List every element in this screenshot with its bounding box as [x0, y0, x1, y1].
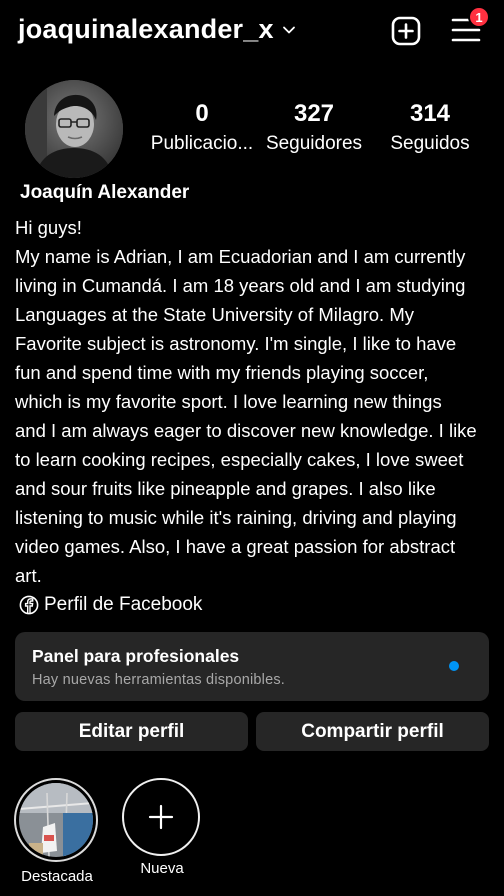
new-highlight-ring [122, 778, 200, 856]
profile-photo [25, 80, 123, 178]
bio-line: living in Cumandá. I am 18 years old and… [15, 275, 466, 296]
avatar[interactable] [25, 80, 123, 178]
professional-dashboard[interactable]: Panel para profesionales Hay nuevas herr… [15, 632, 489, 701]
plus-icon [148, 804, 174, 830]
bio-line: which is my favorite sport. I love learn… [15, 391, 442, 412]
share-profile-button[interactable]: Compartir perfil [256, 712, 489, 751]
new-highlight-button[interactable]: Nueva [122, 778, 202, 877]
top-bar: joaquinalexander_x 1 [0, 0, 504, 64]
following-label: Seguidos [390, 133, 470, 154]
bio-line: and I am always eager to discover new kn… [15, 420, 477, 441]
stat-posts[interactable]: 0 Publicacio... [140, 100, 264, 155]
highlight-ring [14, 778, 98, 862]
bio-line: My name is Adrian, I am Ecuadorian and I… [15, 246, 466, 267]
bio-line: fun and spend time with my friends playi… [15, 362, 429, 383]
bio-line: video games. Also, I have a great passio… [15, 536, 456, 557]
highlight-cover-image [19, 783, 93, 857]
full-name: Joaquín Alexander [20, 182, 190, 203]
posts-label: Publicacio... [150, 133, 254, 154]
bio-line: listening to music while it's raining, d… [15, 507, 457, 528]
new-indicator-dot [449, 661, 459, 671]
posts-count: 0 [195, 100, 209, 127]
bio-line: to learn cooking recipes, especially cak… [15, 449, 464, 470]
followers-count: 327 [293, 100, 335, 127]
followers-label: Seguidores [265, 133, 363, 154]
facebook-link-label: Perfil de Facebook [44, 594, 203, 615]
new-highlight-label: Nueva [140, 860, 184, 877]
bio-line: Languages at the State University of Mil… [15, 304, 414, 325]
highlight-cover [19, 783, 93, 857]
panel-subtitle: Hay nuevas herramientas disponibles. [32, 672, 286, 688]
bio-line: and sour fruits like pineapple and grape… [15, 478, 436, 499]
new-post-icon[interactable] [390, 15, 422, 47]
panel-title: Panel para profesionales [32, 646, 240, 666]
highlight-label: Destacada [21, 868, 93, 885]
facebook-icon [19, 595, 39, 615]
username: joaquinalexander_x [18, 14, 274, 44]
facebook-profile-link[interactable]: Perfil de Facebook [19, 594, 202, 616]
notification-badge: 1 [468, 6, 490, 28]
bio-line: art. [15, 565, 42, 586]
bio-line: Favorite subject is astronomy. I'm singl… [15, 333, 457, 354]
following-count: 314 [409, 100, 451, 127]
highlight-item[interactable]: Destacada [14, 778, 100, 885]
chevron-down-icon [282, 26, 295, 33]
stat-following[interactable]: 314 Seguidos [384, 100, 476, 155]
bio-line: Hi guys! [15, 217, 82, 238]
edit-profile-button[interactable]: Editar perfil [15, 712, 248, 751]
stat-followers[interactable]: 327 Seguidores [264, 100, 364, 155]
account-switcher[interactable]: joaquinalexander_x [18, 14, 296, 45]
bio: Hi guys! My name is Adrian, I am Ecuador… [15, 213, 493, 590]
